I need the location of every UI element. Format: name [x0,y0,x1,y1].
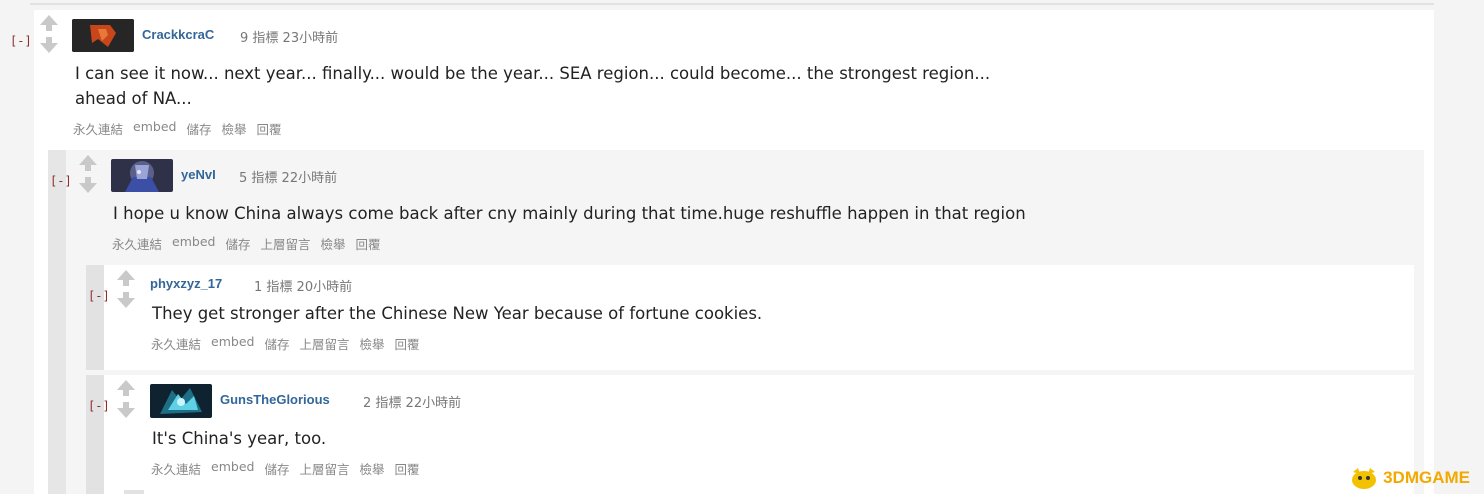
collapse-toggle[interactable]: [-] [88,289,110,303]
watermark: 3DMGAME [1349,466,1470,490]
avatar[interactable] [150,384,212,418]
collapse-toggle[interactable]: [-] [88,399,110,413]
comment-points: 2 指標 [363,396,402,411]
thread-bar[interactable] [86,265,104,370]
comment-author[interactable]: GunsTheGlorious [220,392,330,407]
permalink-link[interactable]: 永久連結 [151,334,201,353]
report-link[interactable]: 檢舉 [359,459,384,478]
comment-body: It's China's year, too. [152,429,327,448]
report-link[interactable]: 檢舉 [221,119,246,138]
comment-points-time: 1 指標 20小時前 [254,276,352,295]
parent-link[interactable]: 上層留言 [299,334,349,353]
comment-time: 22小時前 [281,171,338,186]
reply-link[interactable]: 回覆 [395,334,420,353]
reply-link[interactable]: 回覆 [395,459,420,478]
comment-points-time: 2 指標 22小時前 [363,392,461,411]
save-link[interactable]: 儲存 [186,119,211,138]
parent-link[interactable]: 上層留言 [299,459,349,478]
comment-points-time: 5 指標 22小時前 [239,167,337,186]
report-link[interactable]: 檢舉 [320,234,345,253]
avatar[interactable] [72,19,134,52]
save-link[interactable]: 儲存 [264,334,289,353]
comment-author[interactable]: phyxzyz_17 [150,276,222,291]
comment-author[interactable]: CrackkcraC [142,27,214,42]
comment-body-line: ahead of NA... [75,89,192,108]
comment-body: I can see it now... next year... finally… [75,61,1135,111]
comment-points-time: 9 指標 23小時前 [240,27,338,46]
comment-points: 9 指標 [240,31,279,46]
avatar[interactable] [111,159,173,192]
thread-bar[interactable] [86,375,104,494]
thread-bar[interactable] [124,490,144,494]
permalink-link[interactable]: 永久連結 [151,459,201,478]
embed-link[interactable]: embed [211,459,254,478]
embed-link[interactable]: embed [172,234,215,253]
reply-link[interactable]: 回覆 [356,234,381,253]
mascot-icon [1352,468,1377,489]
thread-bar[interactable] [48,150,66,494]
comment-author[interactable]: yeNvI [181,167,216,182]
save-link[interactable]: 儲存 [225,234,250,253]
permalink-link[interactable]: 永久連結 [112,234,162,253]
permalink-link[interactable]: 永久連結 [73,119,123,138]
report-link[interactable]: 檢舉 [359,334,384,353]
comment-actions: 永久連結 embed 儲存 上層留言 檢舉 回覆 [112,234,381,253]
save-link[interactable]: 儲存 [264,459,289,478]
comment-body: They get stronger after the Chinese New … [152,304,763,323]
collapse-toggle[interactable]: [-] [50,174,72,188]
embed-link[interactable]: embed [211,334,254,353]
parent-link[interactable]: 上層留言 [260,234,310,253]
comment-body-line: I can see it now... next year... finally… [75,64,991,83]
comment-actions: 永久連結 embed 儲存 上層留言 檢舉 回覆 [151,334,420,353]
comment-time: 23小時前 [282,31,339,46]
reply-link[interactable]: 回覆 [256,119,281,138]
embed-link[interactable]: embed [133,119,176,138]
comment-actions: 永久連結 embed 儲存 上層留言 檢舉 回覆 [151,459,420,478]
comment-time: 22小時前 [405,396,462,411]
comment-body: I hope u know China always come back aft… [113,204,1026,223]
comment-points: 5 指標 [239,171,278,186]
comment-actions: 永久連結 embed 儲存 檢舉 回覆 [73,119,282,138]
top-divider [30,3,1434,5]
comment-time: 20小時前 [296,280,353,295]
watermark-text: 3DMGAME [1383,468,1470,487]
comment-points: 1 指標 [254,280,293,295]
collapse-toggle[interactable]: [-] [10,34,32,48]
